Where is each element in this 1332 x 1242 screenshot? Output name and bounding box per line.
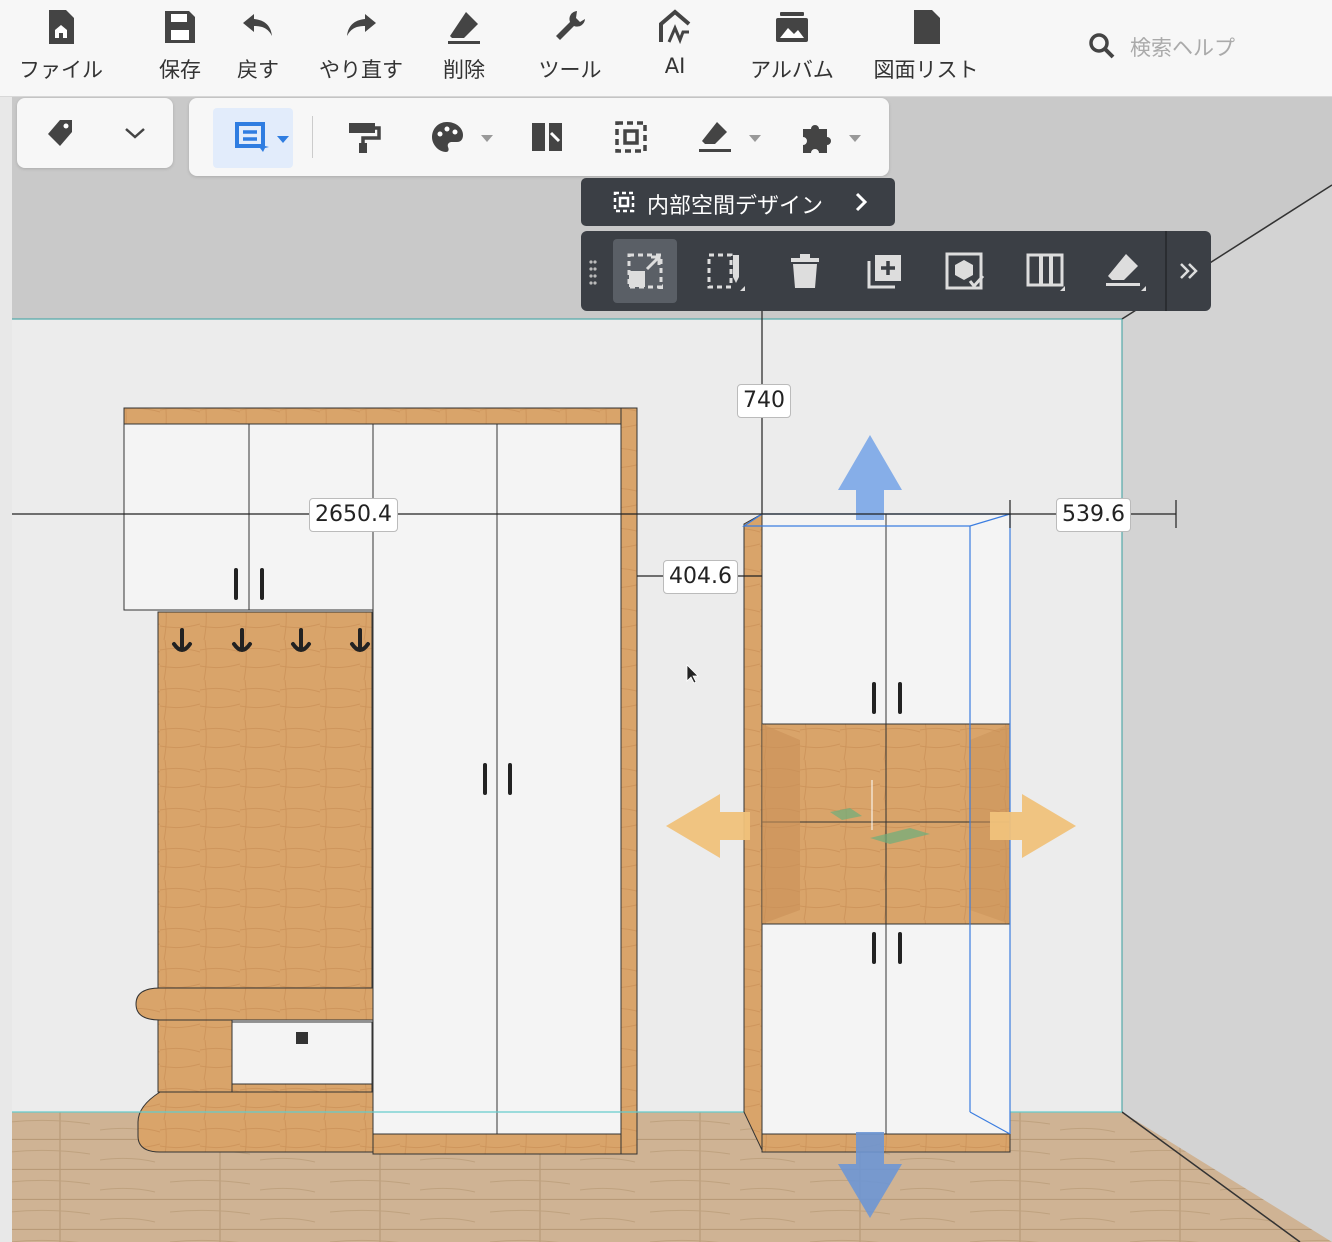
drawing-list-button[interactable]: 図面リスト [868,8,984,88]
double-chevron-right-icon [1180,263,1198,279]
puzzle-icon [803,125,831,153]
file-menu-button[interactable]: ファイル [14,8,108,88]
save-label: 保存 [159,58,201,82]
ai-menu-button[interactable]: AI [650,8,700,88]
format-painter-button[interactable] [333,107,393,167]
interior-space-icon [613,191,635,213]
context-toolbar [581,231,1211,311]
search-icon [1089,33,1115,59]
ai-icon [659,9,691,45]
tag-icon [48,120,72,146]
chevron-down-icon [125,128,145,139]
tag-button[interactable] [31,103,91,163]
album-button[interactable]: アルバム [744,8,840,88]
help-search[interactable]: 検索ヘルプ [1088,28,1308,64]
eraser-icon [448,12,480,44]
ai-label: AI [664,54,686,78]
edit-tools-panel [189,98,889,176]
palette-icon [432,122,463,152]
search-placeholder: 検索ヘルプ [1130,36,1235,60]
undo-label: 戻す [237,58,279,82]
tools-menu-button[interactable]: ツール [532,8,608,88]
split-button[interactable] [517,107,577,167]
interior-design-link[interactable]: 内部空間デザイン [581,178,895,226]
resize-tool-button[interactable] [613,239,677,303]
selected-cabinet[interactable] [742,513,1011,1153]
album-icon [776,12,808,42]
interior-space-icon [615,121,647,153]
save-button[interactable]: 保存 [150,8,210,88]
edge-banding-button[interactable] [1093,239,1157,303]
duplicate-icon [867,255,901,289]
redo-button[interactable]: やり直す [312,8,410,88]
redo-label: やり直す [319,58,403,82]
edge-band-icon [1106,254,1146,291]
chevron-right-icon [855,192,868,212]
more-tools-button[interactable] [1169,239,1209,303]
trash-icon [791,254,819,288]
file-home-icon [49,10,74,44]
tag-dropdown-button[interactable] [105,103,165,163]
wrench-icon [556,11,585,40]
edge-tool-button[interactable] [685,107,761,167]
annotation-icon [235,122,269,152]
album-label: アルバム [750,58,834,82]
tag-panel [17,98,173,168]
drawing-list-label: 図面リスト [873,58,979,82]
right-wall [1122,185,1332,1242]
plugin-button[interactable] [785,107,861,167]
delete-button[interactable]: 削除 [434,8,494,88]
delete-label: 削除 [443,58,485,82]
annotation-tool-button[interactable] [213,108,293,168]
interior-edit-icon [707,253,745,291]
drag-handle-icon[interactable] [589,259,597,285]
undo-button[interactable]: 戻す [228,8,288,88]
paint-roller-icon [349,123,381,153]
dimension-right-gap-label[interactable]: 539.6 [1056,498,1131,532]
dimension-height-label[interactable]: 740 [737,384,791,418]
duplicate-button[interactable] [853,239,917,303]
door-split-button[interactable] [1013,239,1077,303]
material-button[interactable] [417,107,493,167]
save-icon [165,11,195,43]
main-toolbar: ファイル 保存 戻す やり直す 削除 ツール AI アルバム 図面リスト 検索ヘ… [0,0,1332,97]
interior-edit-button[interactable] [693,239,757,303]
redo-icon [347,14,376,36]
undo-icon [243,14,272,36]
door-split-icon [1026,253,1065,291]
drawing-list-icon [914,10,940,44]
delete-object-button[interactable] [773,239,837,303]
file-menu-label: ファイル [19,58,103,82]
resize-icon [627,253,663,289]
split-icon [532,123,562,151]
dimension-total-width-label[interactable]: 2650.4 [309,498,398,532]
replace-model-icon [945,252,985,290]
edge-band-icon [699,122,731,152]
tools-label: ツール [538,58,602,82]
interior-design-label: 内部空間デザイン [647,194,824,219]
interior-space-button[interactable] [601,107,661,167]
replace-model-button[interactable] [933,239,997,303]
dimension-left-gap-label[interactable]: 404.6 [663,560,738,594]
